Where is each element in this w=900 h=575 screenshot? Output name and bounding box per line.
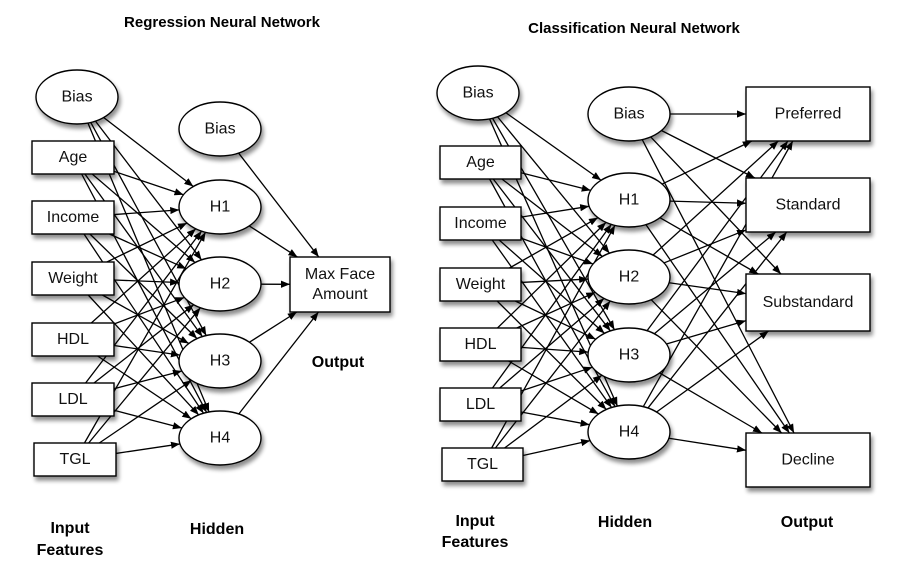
node-label: Standard (776, 197, 841, 214)
node-label: H3 (210, 353, 231, 370)
node-preferred: Preferred (745, 86, 871, 142)
node-label: Max Face (305, 266, 375, 283)
node-bias-h: Bias (178, 101, 262, 157)
node-h2: H2 (587, 249, 671, 305)
edge-bias_h-to-standard (661, 129, 756, 179)
node-label: Weight (456, 276, 506, 293)
layer-label-input-line1: Input (50, 520, 90, 537)
node-bias-in: Bias (35, 69, 119, 125)
node-hdl: HDL (439, 327, 522, 362)
node-label: H3 (619, 347, 640, 364)
node-label: H1 (210, 199, 231, 216)
node-h2: H2 (178, 256, 262, 312)
layer-label-input-line2: Features (37, 542, 104, 559)
node-tgl: TGL (33, 442, 117, 477)
node-label: Age (59, 149, 88, 166)
node-label: H1 (619, 192, 640, 209)
layer-label-output: Output (781, 514, 834, 531)
diagram-title: Classification Neural Network (528, 20, 740, 37)
edge-income-to-h2 (520, 237, 594, 265)
edge-h3-to-substandard (666, 319, 747, 345)
node-income: Income (439, 206, 522, 241)
node-label: LDL (466, 396, 495, 413)
node-decline: Decline (745, 432, 871, 488)
node-label: LDL (58, 391, 87, 408)
node-income: Income (31, 200, 115, 235)
node-h1: H1 (587, 172, 671, 228)
node-label: H2 (210, 276, 231, 293)
edge-ldl-to-h4 (520, 411, 590, 427)
node-label: HDL (464, 336, 496, 353)
node-bias-in: Bias (436, 65, 520, 121)
edge-h4-to-decline (668, 437, 747, 453)
node-h1: H1 (178, 179, 262, 235)
node-label: H4 (619, 424, 640, 441)
node-label: Weight (48, 270, 98, 287)
node-age: Age (439, 145, 522, 180)
node-age: Age (31, 140, 115, 175)
edge-hdl-to-h3 (520, 346, 589, 356)
node-h3: H3 (587, 327, 671, 383)
layer-label-hidden: Hidden (190, 521, 244, 538)
layer-label-output: Output (312, 354, 365, 371)
node-weight: Weight (31, 261, 115, 296)
node-label: Income (454, 215, 507, 232)
layer-label-hidden: Hidden (598, 514, 652, 531)
edge-ldl-to-h3 (520, 366, 593, 392)
node-label: TGL (467, 456, 498, 473)
node-label: Income (47, 209, 100, 226)
node-weight: Weight (439, 267, 522, 302)
node-label: Bias (204, 121, 235, 138)
edge-h3-to-decline (659, 372, 763, 434)
node-ldl: LDL (31, 382, 115, 417)
node-hdl: HDL (31, 322, 115, 357)
layer-label-input-line1: Input (455, 513, 495, 530)
node-max-face: Max Face Amount (289, 256, 391, 313)
node-label: Amount (312, 286, 368, 303)
edge-weight-to-h2 (520, 275, 589, 284)
node-label: Age (466, 154, 495, 171)
node-substandard: Substandard (745, 273, 871, 332)
nodes: Bias Age Income Weight HDL LDL TGL Bias H1 H2 H3 H4… (436, 65, 871, 488)
edge-tgl-to-h4 (115, 441, 181, 455)
node-label: Decline (781, 452, 834, 469)
diagram-title: Regression Neural Network (124, 14, 321, 31)
edge-h1-to-max_face (248, 225, 298, 258)
node-bias-h: Bias (587, 86, 671, 142)
node-standard: Standard (745, 177, 871, 233)
node-ldl: LDL (439, 387, 522, 422)
node-h3: H3 (178, 333, 262, 389)
classification-network-diagram: Classification Neural Network Bias Age Inc… (436, 20, 871, 551)
node-tgl: TGL (441, 447, 524, 482)
node-label: Substandard (763, 294, 854, 311)
nodes: Bias Age Income Weight HDL LDL TGL Bias H1 H2 H3 H4… (31, 69, 391, 477)
node-label: Preferred (775, 106, 842, 123)
node-label: HDL (57, 331, 89, 348)
edge-weight-to-h1 (106, 222, 188, 263)
regression-network-diagram: Regression Neural Network Bias Age Income W… (31, 14, 391, 559)
edge-income-to-h1 (113, 206, 180, 216)
edge-h3-to-max_face (249, 311, 298, 343)
node-label: H4 (210, 430, 231, 447)
node-label: Bias (462, 85, 493, 102)
node-label: Bias (61, 89, 92, 106)
edge-h1-to-standard (669, 199, 747, 207)
edge-tgl-to-h4 (522, 439, 591, 457)
edge-h4-to-substandard (656, 330, 769, 413)
node-label: H2 (619, 269, 640, 286)
edge-weight-to-h2 (113, 278, 180, 286)
edge-hdl-to-h3 (113, 344, 181, 358)
node-h4: H4 (178, 410, 262, 466)
node-h4: H4 (587, 404, 671, 460)
node-label: TGL (59, 451, 90, 468)
layer-label-input-line2: Features (442, 534, 509, 551)
node-label: Bias (613, 106, 644, 123)
neural-network-figure: Regression Neural Network Bias Age Income W… (31, 14, 871, 559)
